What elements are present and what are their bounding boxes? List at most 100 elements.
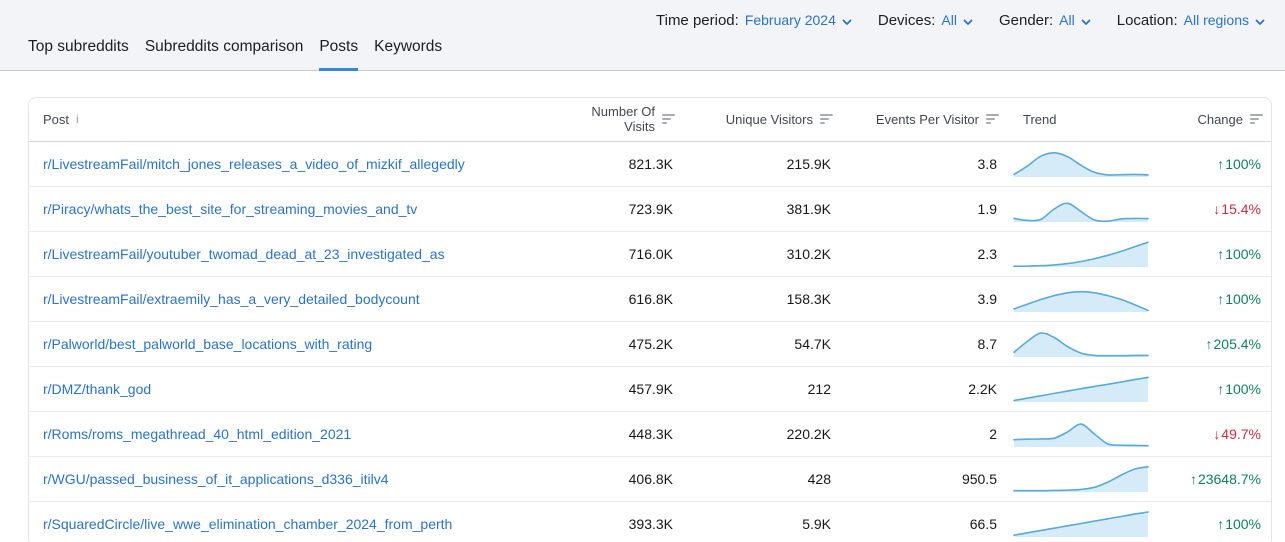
unique-visitors-value: 215.9K [685,141,843,186]
table-row: r/LivestreamFail/mitch_jones_releases_a_… [29,141,1272,186]
events-per-visitor-value: 2.3 [843,231,1009,276]
trend-sparkline [1013,194,1149,224]
filter-value: All regions [1184,12,1249,28]
change-arrow-icon: ↑ [1217,516,1224,532]
trend-sparkline [1013,374,1149,404]
filter-location[interactable]: Location: All regions [1117,12,1265,29]
change-value: 100% [1225,246,1261,262]
visits-value: 723.9K [565,186,685,231]
unique-visitors-value: 5.9K [685,501,843,542]
post-link[interactable]: r/Roms/roms_megathread_40_html_edition_2… [43,426,351,442]
change-value: 23648.7% [1198,471,1261,487]
trend-sparkline [1013,464,1149,494]
events-per-visitor-value: 2 [843,411,1009,456]
table-row: r/Roms/roms_megathread_40_html_edition_2… [29,411,1272,456]
filter-value: All [941,12,957,28]
tab-top-subreddits[interactable]: Top subreddits [28,30,129,71]
filter-time-period[interactable]: Time period: February 2024 [656,12,852,29]
tab-posts[interactable]: Posts [319,30,358,71]
change-arrow-icon: ↑ [1217,381,1224,397]
events-per-visitor-value: 3.8 [843,141,1009,186]
column-header-trend[interactable]: Trend [1009,98,1159,141]
post-link[interactable]: r/DMZ/thank_god [43,381,151,397]
change-arrow-icon: ↑ [1217,156,1224,172]
trend-sparkline [1013,329,1149,359]
table-row: r/Piracy/whats_the_best_site_for_streami… [29,186,1272,231]
chevron-down-icon [1081,19,1091,26]
info-icon[interactable]: i [76,113,79,125]
column-header-events-per-visitor[interactable]: Events Per Visitor [843,98,1009,141]
table-body: r/LivestreamFail/mitch_jones_releases_a_… [29,141,1272,542]
visits-value: 457.9K [565,366,685,411]
filter-label: Location: [1117,12,1178,29]
post-link[interactable]: r/LivestreamFail/youtuber_twomad_dead_at… [43,246,445,262]
change-badge: ↓15.4% [1213,201,1261,217]
column-header-unique-visitors[interactable]: Unique Visitors [685,98,843,141]
column-label: Post [43,112,69,127]
change-arrow-icon: ↑ [1190,471,1197,487]
sort-icon[interactable] [1250,114,1263,124]
sort-icon[interactable] [662,114,675,124]
change-badge: ↑100% [1217,516,1261,532]
visits-value: 448.3K [565,411,685,456]
post-link[interactable]: r/Piracy/whats_the_best_site_for_streami… [43,201,417,217]
post-link[interactable]: r/WGU/passed_business_of_it_applications… [43,471,389,487]
table-row: r/DMZ/thank_god 457.9K 212 2.2K ↑100% [29,366,1272,411]
trend-sparkline [1013,419,1149,449]
change-value: 49.7% [1221,426,1261,442]
chevron-down-icon [842,19,852,26]
filter-gender[interactable]: Gender: All [999,12,1091,29]
chevron-down-icon [963,19,973,26]
filter-label: Gender: [999,12,1053,29]
filter-devices[interactable]: Devices: All [878,12,973,29]
events-per-visitor-value: 1.9 [843,186,1009,231]
visits-value: 616.8K [565,276,685,321]
table-row: r/LivestreamFail/youtuber_twomad_dead_at… [29,231,1272,276]
chevron-down-icon [1255,19,1265,26]
trend-sparkline [1013,149,1149,179]
posts-table-card: PostiNumber Of VisitsUnique VisitorsEven… [28,97,1272,542]
change-badge: ↑100% [1217,381,1261,397]
change-value: 205.4% [1214,336,1261,352]
post-link[interactable]: r/SquaredCircle/live_wwe_elimination_cha… [43,516,452,532]
change-value: 100% [1225,381,1261,397]
table-row: r/SquaredCircle/live_wwe_elimination_cha… [29,501,1272,542]
post-link[interactable]: r/LivestreamFail/mitch_jones_releases_a_… [43,156,465,172]
table-row: r/WGU/passed_business_of_it_applications… [29,456,1272,501]
trend-sparkline [1013,284,1149,314]
sort-icon[interactable] [820,114,833,124]
change-value: 100% [1225,156,1261,172]
change-value: 100% [1225,516,1261,532]
change-arrow-icon: ↓ [1213,201,1220,217]
tab-keywords[interactable]: Keywords [374,30,442,71]
table-row: r/LivestreamFail/extraemily_has_a_very_d… [29,276,1272,321]
column-label: Number Of Visits [565,104,655,134]
events-per-visitor-value: 8.7 [843,321,1009,366]
change-arrow-icon: ↑ [1217,291,1224,307]
change-badge: ↑100% [1217,156,1261,172]
filter-bar: Time period: February 2024 Devices: All … [656,12,1265,29]
unique-visitors-value: 381.9K [685,186,843,231]
tab-subreddits-comparison[interactable]: Subreddits comparison [145,30,304,71]
table-row: r/Palworld/best_palworld_base_locations_… [29,321,1272,366]
column-header-number-of-visits[interactable]: Number Of Visits [565,98,685,141]
change-value: 15.4% [1221,201,1261,217]
column-header-post[interactable]: Posti [29,98,565,141]
filter-label: Devices: [878,12,936,29]
post-link[interactable]: r/Palworld/best_palworld_base_locations_… [43,336,372,352]
events-per-visitor-value: 950.5 [843,456,1009,501]
unique-visitors-value: 54.7K [685,321,843,366]
column-label: Events Per Visitor [876,112,979,127]
trend-sparkline [1013,239,1149,269]
sort-icon[interactable] [986,114,999,124]
change-badge: ↑23648.7% [1190,471,1261,487]
column-header-change[interactable]: Change [1159,98,1272,141]
change-badge: ↑100% [1217,246,1261,262]
change-badge: ↑205.4% [1206,336,1261,352]
unique-visitors-value: 212 [685,366,843,411]
post-link[interactable]: r/LivestreamFail/extraemily_has_a_very_d… [43,291,420,307]
visits-value: 406.8K [565,456,685,501]
visits-value: 821.3K [565,141,685,186]
column-label: Trend [1023,112,1056,127]
unique-visitors-value: 428 [685,456,843,501]
